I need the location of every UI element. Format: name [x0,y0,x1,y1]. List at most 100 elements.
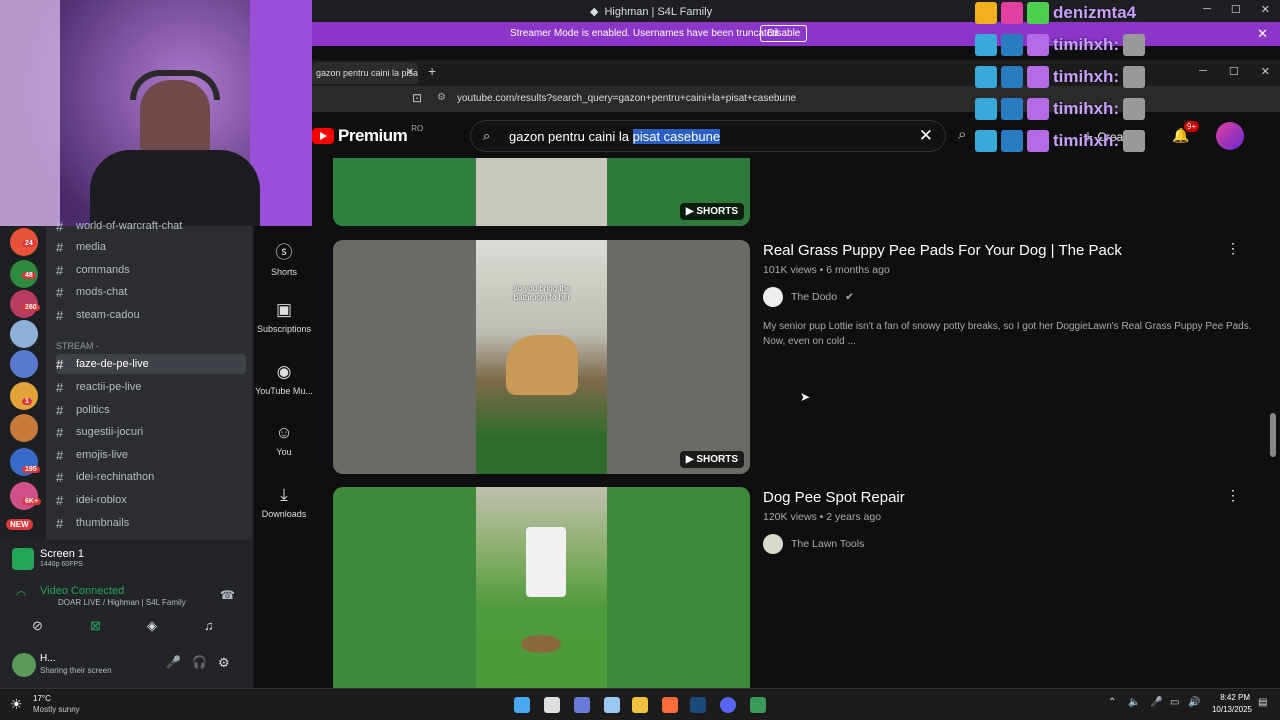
emote-icon [1001,34,1023,56]
camera-off-icon[interactable]: ⊘ [32,618,43,634]
channel-item[interactable]: # idei-roblox [56,490,246,510]
avatar[interactable] [12,653,36,677]
channel-item[interactable]: # reactii-pe-live [56,377,246,397]
channel-link[interactable]: The Dodo ✔ [763,287,854,307]
steam-icon[interactable] [690,697,706,713]
scrollbar-thumb[interactable] [1270,413,1276,457]
search-button-icon[interactable]: ⌕ [958,126,966,143]
disable-streamer-button[interactable]: Disable [760,25,808,42]
speaker-icon[interactable]: 🔈 [1128,697,1140,708]
app-logo-icon: ◆ [590,6,599,18]
minimize-icon[interactable]: ─ [1203,3,1211,16]
video-thumbnail[interactable] [333,487,750,688]
more-options-icon[interactable]: ⋮ [1226,240,1240,257]
settings-gear-icon[interactable]: ⚙ [218,655,230,671]
channel-item[interactable]: # mods-chat [56,282,246,302]
clear-search-icon[interactable]: ✕ [919,126,933,146]
channel-item[interactable]: # thumbnails [56,513,246,533]
server-badge: 6K+ [22,498,42,505]
tray-chevron-icon[interactable]: ⌃ [1108,697,1116,708]
webcam-feed [0,0,312,226]
sidebar-item-subscriptions[interactable]: ▣ Subscriptions [254,300,314,334]
channel-item[interactable]: # steam-cadou [56,305,246,325]
clock-time[interactable]: 8:42 PM [1210,693,1250,702]
microphone-tray-icon[interactable]: 🎤 [1150,697,1162,708]
network-icon[interactable]: ▭ [1170,697,1179,708]
channel-item[interactable]: # media [56,237,246,257]
channel-name: steam-cadou [76,309,140,321]
search-input[interactable]: ⌕ gazon pentru caini la pisat casebune ✕ [470,120,946,152]
channel-item[interactable]: # faze-de-pe-live [56,354,246,374]
sidebar-item-youtube-music[interactable]: ◉ YouTube Mu... [254,362,314,396]
tab-close-icon[interactable]: ✕ [406,67,414,78]
app-icon[interactable] [750,697,766,713]
browser-close-icon[interactable]: ✕ [1261,65,1270,78]
sidebar-item-shorts[interactable]: ⓢ Shorts [254,238,314,277]
sidebar-item-downloads[interactable]: ⤓ Downloads [254,485,314,519]
youtube-logo[interactable]: Premium RO [312,124,423,146]
server-icon[interactable] [10,482,38,510]
close-banner-icon[interactable]: ✕ [1257,26,1268,42]
headphones-icon[interactable]: 🎧 [192,655,207,669]
channel-item[interactable]: # emojis-live [56,445,246,465]
volume-icon[interactable]: 🔊 [1188,697,1200,708]
browser-minimize-icon[interactable]: ─ [1199,65,1207,78]
notification-center-icon[interactable]: ▤ [1258,697,1267,708]
screen-share-icon [12,548,34,570]
microphone-icon[interactable]: 🎤 [166,655,181,669]
server-icon[interactable] [10,320,38,348]
task-view-icon[interactable] [544,697,560,713]
bookmark-icon[interactable]: ⊡ [412,91,422,105]
url-field[interactable]: youtube.com/results?search_query=gazon+p… [457,93,796,104]
server-icon[interactable] [10,414,38,442]
account-avatar[interactable] [1216,122,1244,150]
clock-date[interactable]: 10/13/2025 [1204,705,1252,714]
copilot-icon[interactable] [574,697,590,713]
brave-browser-icon[interactable] [662,697,678,713]
channel-item[interactable]: # sugestii-jocuri [56,422,246,442]
sidebar-label: YouTube Mu... [255,386,313,396]
video-thumbnail[interactable]: ▶ SHORTS [333,158,750,226]
channel-item[interactable]: # politics [56,400,246,420]
windows-taskbar: ☀ 17°C Mostly sunny ⌃ 🔈 🎤 ▭ 🔊 8:42 PM 10… [0,688,1280,720]
widgets-icon[interactable] [604,697,620,713]
soundboard-icon[interactable]: ♫ [204,618,214,633]
disconnect-icon[interactable]: ☎ [220,588,235,602]
screen-title: Screen 1 [40,548,85,560]
video-title[interactable]: Dog Pee Spot Repair [763,489,905,506]
screen-share-toggle-icon[interactable]: ⊠ [90,618,101,634]
discord-voice-panel: Screen 1 1440p 60FPS Video Connected DOA… [0,540,253,688]
voice-channel: DOAR LIVE / Highman | S4L Family [58,598,186,607]
channel-name: idei-rechinathon [76,471,155,483]
server-icon[interactable] [10,382,38,410]
video-thumbnail[interactable]: so you bring the bathroom to her ▶ SHORT… [333,240,750,474]
browser-maximize-icon[interactable]: ☐ [1229,65,1239,78]
maximize-icon[interactable]: ☐ [1231,3,1241,16]
notifications-icon[interactable]: 🔔 9+ [1172,121,1200,144]
channel-item[interactable]: # idei-rechinathon [56,467,246,487]
panel-divider [252,226,254,688]
close-icon[interactable]: ✕ [1261,3,1270,16]
new-tab-icon[interactable]: + [428,63,436,79]
video-title[interactable]: Real Grass Puppy Pee Pads For Your Dog |… [763,242,1122,259]
server-icon[interactable] [10,350,38,378]
channel-item[interactable]: # commands [56,260,246,280]
site-settings-icon[interactable]: ⚙ [437,92,446,103]
channel-name: politics [76,404,110,416]
weather-desc: Mostly sunny [33,705,80,714]
file-explorer-icon[interactable] [632,697,648,713]
sidebar-item-you[interactable]: ☺ You [254,423,314,457]
channel-item[interactable]: # world-of-warcraft-chat [56,216,246,236]
start-icon[interactable] [514,697,530,713]
weather-icon[interactable]: ☀ [10,696,23,713]
gift-badge-icon [1027,98,1049,120]
channel-link[interactable]: The Lawn Tools [763,534,864,554]
browser-tab[interactable]: gazon pentru caini la pisat ✕ [312,62,418,84]
activity-icon[interactable]: ◈ [147,618,157,634]
discord-icon[interactable] [720,697,736,713]
category-label: STREAM - [56,341,100,351]
channel-name: commands [76,264,130,276]
more-options-icon[interactable]: ⋮ [1226,487,1240,504]
window-title: Highman | S4L Family [604,5,713,18]
category-header[interactable]: STREAM - [56,336,246,356]
